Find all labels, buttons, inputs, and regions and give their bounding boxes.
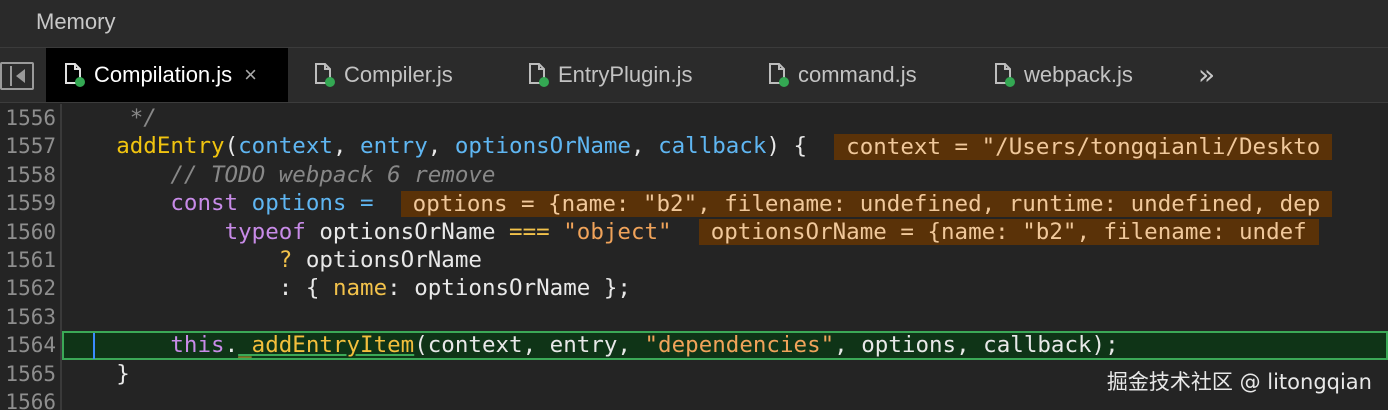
line-number-gutter[interactable]: 1556 1557 1558 1559 1560 1561 1562 1563 … [0, 104, 62, 410]
js-file-icon [64, 62, 86, 88]
line-number[interactable]: 1565 [0, 360, 56, 388]
code-text: , options, callback); [834, 332, 1119, 359]
line-number[interactable]: 1558 [0, 161, 56, 189]
line-number[interactable]: 1559 [0, 189, 56, 217]
code-editor[interactable]: 1556 1557 1558 1559 1560 1561 1562 1563 … [0, 104, 1388, 410]
line-number[interactable]: 1557 [0, 132, 56, 160]
function-name: addEntry [116, 133, 225, 160]
comment-text: // TODO webpack 6 remove [170, 161, 496, 188]
param: entry [360, 133, 428, 160]
variable: optionsOrName [319, 218, 496, 245]
code-line: // TODO webpack 6 remove [62, 161, 1388, 189]
tab-command-js[interactable]: command.js [768, 48, 917, 102]
operator: = [346, 190, 374, 217]
code-line: typeof optionsOrName === "object" option… [62, 218, 1388, 246]
tab-label: Compiler.js [344, 62, 453, 87]
line-number[interactable]: 1563 [0, 303, 56, 331]
variable: options [251, 190, 347, 217]
js-file-icon [768, 62, 790, 88]
paused-execution-line: this._addEntryItem(context, entry, "depe… [62, 331, 1388, 360]
code-line: */ [62, 104, 1388, 132]
code-line: : { name: optionsOrName }; [62, 274, 1388, 302]
tab-label: command.js [798, 62, 917, 87]
code-text: } [116, 360, 130, 387]
keyword: const [170, 190, 239, 217]
panel-header: Memory [0, 0, 1388, 48]
line-number[interactable]: 1561 [0, 246, 56, 274]
string: "object" [563, 218, 672, 245]
inline-value-options[interactable]: options = {name: "b2", filename: undefin… [400, 190, 1333, 217]
tab-label: Compilation.js [94, 62, 233, 87]
panel-title: Memory [36, 9, 116, 34]
tab-label: webpack.js [1024, 62, 1133, 87]
line-number[interactable]: 1560 [0, 218, 56, 246]
punct: , [332, 133, 361, 160]
tab-compilation-js[interactable]: Compilation.js × [46, 48, 288, 102]
more-tabs-chevron-icon[interactable]: » [1198, 58, 1215, 91]
code-text: : { [278, 275, 333, 302]
tab-bar: Compilation.js × Compiler.js EntryPlugin… [0, 48, 1388, 103]
comment-text: */ [62, 105, 157, 131]
tab-webpack-js[interactable]: webpack.js [994, 48, 1133, 102]
toggle-navigator-icon[interactable] [0, 62, 34, 90]
code-line: ? optionsOrName [62, 246, 1388, 274]
operator: === [495, 218, 564, 245]
punct: ) { [766, 133, 808, 160]
text-cursor [93, 333, 95, 360]
code-text: optionsOrName [292, 247, 482, 273]
code-line: addEntry(context, entry, optionsOrName, … [62, 132, 1388, 160]
inline-value-optionsorname[interactable]: optionsOrName = {name: "b2", filename: u… [698, 219, 1319, 246]
method-name: _addEntryItem [238, 332, 415, 359]
tab-label: EntryPlugin.js [558, 62, 693, 87]
operator: ? [278, 247, 293, 273]
param: callback [658, 133, 767, 160]
watermark: 掘金技术社区 @ litongqian [1106, 370, 1372, 394]
line-number[interactable]: 1562 [0, 274, 56, 302]
tab-entryplugin-js[interactable]: EntryPlugin.js [528, 48, 693, 102]
js-file-icon [528, 62, 550, 88]
code-text: (context, entry, [414, 332, 645, 359]
close-tab-icon[interactable]: × [244, 62, 257, 88]
property-key: name [332, 275, 388, 302]
line-number[interactable]: 1556 [0, 104, 56, 132]
js-file-icon [994, 62, 1016, 88]
inline-value-context[interactable]: context = "/Users/tongqianli/Deskto [834, 133, 1333, 160]
keyword: this [170, 332, 225, 359]
code-line: const options = options = {name: "b2", f… [62, 189, 1388, 217]
punct: , [427, 133, 455, 160]
param: context [238, 133, 333, 160]
punct: . [224, 332, 239, 359]
param: optionsOrName [454, 133, 631, 160]
line-number[interactable]: 1564 [0, 331, 56, 359]
code-text: : optionsOrName }; [387, 275, 631, 302]
string: "dependencies" [644, 332, 835, 359]
punct: ( [224, 133, 239, 160]
code-area[interactable]: */ addEntry(context, entry, optionsOrNam… [62, 104, 1388, 410]
tab-compiler-js[interactable]: Compiler.js [314, 48, 453, 102]
line-number[interactable]: 1566 [0, 388, 56, 410]
js-file-icon [314, 62, 336, 88]
keyword: typeof [224, 218, 306, 245]
punct: , [630, 133, 659, 160]
